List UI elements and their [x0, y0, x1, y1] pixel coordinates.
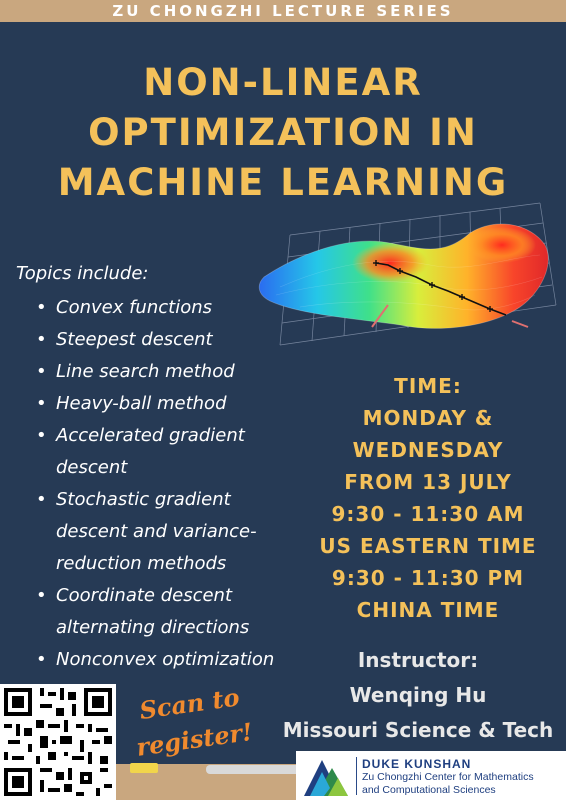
schedule-line: TIME: — [394, 374, 462, 398]
topic-text: Accelerated gradient — [56, 425, 245, 446]
topic-item: Accelerated gradient descent — [36, 420, 306, 484]
title-line: NON-LINEAR — [143, 61, 423, 104]
schedule-line: US EASTERN TIME — [319, 534, 537, 558]
topic-item: Stochastic gradient descent and variance… — [36, 484, 306, 580]
title-line: OPTIMIZATION IN — [88, 111, 478, 154]
topic-text: descent — [56, 457, 128, 478]
schedule-line: CHINA TIME — [356, 598, 500, 622]
topic-text: Steepest descent — [56, 329, 213, 350]
topic-text: Nonconvex optimization — [56, 649, 275, 670]
topic-item: Line search method — [36, 356, 306, 388]
topic-text: reduction methods — [56, 553, 227, 574]
qr-code-icon[interactable] — [0, 684, 116, 800]
poster-title: NON-LINEAR OPTIMIZATION IN MACHINE LEARN… — [0, 58, 566, 208]
schedule-line: WEDNESDAY — [352, 438, 504, 462]
topic-text: Stochastic gradient — [56, 489, 231, 510]
mountain-logo-icon — [304, 760, 348, 796]
topics-section: Topics include: Convex functions Steepes… — [16, 262, 306, 676]
topic-item: Heavy-ball method — [36, 388, 306, 420]
topic-text: alternating directions — [56, 617, 250, 638]
white-chalk — [206, 765, 306, 774]
poster: ZU CHONGZHI LECTURE SERIES NON-LINEAR OP… — [0, 0, 566, 800]
topic-item: Convex functions — [36, 292, 306, 324]
topic-item: Coordinate descent alternating direction… — [36, 580, 306, 644]
topic-text: Convex functions — [56, 297, 212, 318]
topic-text: Heavy-ball method — [56, 393, 227, 414]
schedule-block: TIME: MONDAY & WEDNESDAY FROM 13 JULY 9:… — [295, 370, 561, 626]
topics-list: Convex functions Steepest descent Line s… — [16, 292, 306, 676]
topics-heading: Topics include: — [16, 263, 149, 284]
logo-separator — [356, 757, 357, 795]
scan-to-register: Scan to register! — [118, 677, 267, 768]
topic-text: descent and variance- — [56, 521, 257, 542]
instructor-name: Wenqing Hu — [349, 683, 487, 707]
logo-subtitle: Zu Chongzhi Center for Mathematics — [362, 771, 534, 783]
logo-title: DUKE KUNSHAN — [362, 757, 472, 771]
instructor-affiliation: Missouri Science & Tech — [282, 718, 554, 742]
schedule-line: FROM 13 JULY — [344, 470, 512, 494]
topic-item: Nonconvex optimization — [36, 644, 306, 676]
topic-text: Coordinate descent — [56, 585, 233, 606]
logo-subtitle: and Computational Sciences — [362, 784, 496, 796]
schedule-line: 9:30 - 11:30 AM — [331, 502, 525, 526]
schedule-line: 9:30 - 11:30 PM — [331, 566, 525, 590]
duke-kunshan-logo: DUKE KUNSHAN Zu Chongzhi Center for Math… — [296, 751, 566, 800]
instructor-label: Instructor: — [357, 648, 479, 672]
topic-item: Steepest descent — [36, 324, 306, 356]
schedule-line: MONDAY & — [362, 406, 494, 430]
instructor-block: Instructor: Wenqing Hu Missouri Science … — [270, 643, 566, 748]
lecture-series-band: ZU CHONGZHI LECTURE SERIES — [0, 0, 566, 22]
topic-text: Line search method — [56, 361, 235, 382]
